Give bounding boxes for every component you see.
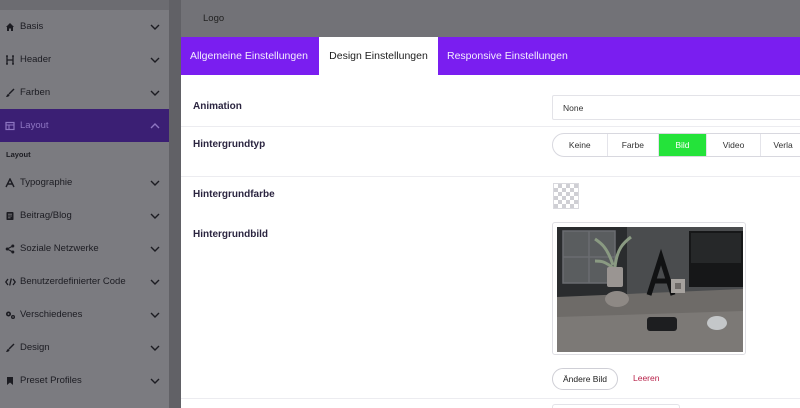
tab-responsive-einstellungen[interactable]: Responsive Einstellungen bbox=[438, 37, 568, 75]
chevron-up-icon bbox=[141, 122, 169, 129]
sidebar-item-label: Beitrag/Blog bbox=[20, 210, 72, 221]
sidebar-subitem-layout[interactable]: Layout bbox=[6, 150, 31, 159]
background-color-swatch[interactable] bbox=[553, 183, 579, 209]
share-icon bbox=[0, 244, 18, 254]
chevron-down-icon bbox=[141, 312, 169, 318]
tab-design-einstellungen[interactable]: Design Einstellungen bbox=[319, 37, 438, 75]
code-icon bbox=[0, 277, 18, 287]
animation-label: Animation bbox=[193, 101, 242, 112]
chevron-down-icon bbox=[141, 246, 169, 252]
divider bbox=[181, 126, 800, 127]
divider bbox=[181, 398, 800, 399]
background-type-label: Hintergrundtyp bbox=[193, 139, 266, 150]
sidebar-item-label: Benutzerdefinierter Code bbox=[20, 276, 126, 287]
sidebar-item-label: Verschiedenes bbox=[20, 309, 83, 320]
sidebar-item-label: Design bbox=[20, 342, 50, 353]
animation-select[interactable]: None bbox=[552, 95, 800, 120]
sidebar-top-strip bbox=[0, 0, 169, 10]
sidebar-item-verschiedenes[interactable]: Verschiedenes bbox=[0, 298, 169, 331]
section-header: Logo bbox=[181, 0, 800, 37]
background-type-option-farbe[interactable]: Farbe bbox=[608, 134, 660, 156]
sidebar-item-typographie[interactable]: Typographie bbox=[0, 166, 169, 199]
background-image-thumbnail bbox=[557, 227, 743, 352]
section-title: Logo bbox=[203, 13, 225, 24]
sidebar: Basis Header Farben Layout Layout Typogr… bbox=[0, 0, 169, 408]
background-image-label: Hintergrundbild bbox=[193, 229, 268, 240]
chevron-down-icon bbox=[141, 57, 169, 63]
font-icon bbox=[0, 177, 18, 188]
chevron-down-icon bbox=[141, 345, 169, 351]
background-type-option-video[interactable]: Video bbox=[707, 134, 762, 156]
sidebar-item-basis[interactable]: Basis bbox=[0, 10, 169, 43]
heading-icon bbox=[0, 54, 18, 65]
tab-bar: Allgemeine Einstellungen Design Einstell… bbox=[181, 37, 800, 75]
layout-icon bbox=[0, 121, 18, 131]
sidebar-item-label: Basis bbox=[20, 21, 44, 32]
sidebar-item-label: Farben bbox=[20, 87, 51, 98]
chevron-down-icon bbox=[141, 90, 169, 96]
background-type-selector: Keine Farbe Bild Video Verla bbox=[552, 133, 800, 157]
sidebar-item-beitrag-blog[interactable]: Beitrag/Blog bbox=[0, 199, 169, 232]
sidebar-item-benutzerdefinierter-code[interactable]: Benutzerdefinierter Code bbox=[0, 265, 169, 298]
bookmark-icon bbox=[0, 376, 18, 386]
brush-icon bbox=[0, 343, 18, 353]
sidebar-item-label: Soziale Netzwerke bbox=[20, 243, 99, 254]
divider bbox=[181, 176, 800, 177]
chevron-down-icon bbox=[141, 180, 169, 186]
background-image-preview[interactable] bbox=[552, 222, 746, 355]
sidebar-item-design[interactable]: Design bbox=[0, 331, 169, 364]
sidebar-item-label: Preset Profiles bbox=[20, 375, 82, 386]
next-field-input[interactable] bbox=[552, 404, 680, 408]
background-color-label: Hintergrundfarbe bbox=[193, 189, 275, 200]
sidebar-gutter bbox=[169, 0, 181, 408]
chevron-down-icon bbox=[141, 213, 169, 219]
tab-allgemeine-einstellungen[interactable]: Allgemeine Einstellungen bbox=[181, 37, 319, 75]
sidebar-item-soziale-netzwerke[interactable]: Soziale Netzwerke bbox=[0, 232, 169, 265]
sidebar-item-header[interactable]: Header bbox=[0, 43, 169, 76]
sidebar-item-farben[interactable]: Farben bbox=[0, 76, 169, 109]
chevron-down-icon bbox=[141, 279, 169, 285]
settings-panel: Logo Allgemeine Einstellungen Design Ein… bbox=[181, 0, 800, 408]
sidebar-item-layout[interactable]: Layout bbox=[0, 109, 169, 142]
chevron-down-icon bbox=[141, 24, 169, 30]
change-image-button[interactable]: Ändere Bild bbox=[552, 368, 618, 390]
clear-image-link[interactable]: Leeren bbox=[633, 373, 659, 383]
chevron-down-icon bbox=[141, 378, 169, 384]
document-icon bbox=[0, 211, 18, 221]
background-type-option-bild[interactable]: Bild bbox=[659, 134, 707, 156]
background-type-option-keine[interactable]: Keine bbox=[553, 134, 608, 156]
sidebar-item-label: Header bbox=[20, 54, 52, 65]
animation-select-value: None bbox=[563, 102, 584, 113]
sidebar-item-preset-profiles[interactable]: Preset Profiles bbox=[0, 364, 169, 397]
sidebar-item-label: Layout bbox=[20, 120, 49, 131]
sidebar-item-label: Typographie bbox=[20, 177, 73, 188]
background-type-option-verlauf[interactable]: Verla bbox=[761, 134, 800, 156]
home-icon bbox=[0, 22, 18, 32]
gears-icon bbox=[0, 310, 18, 320]
brush-icon bbox=[0, 88, 18, 98]
